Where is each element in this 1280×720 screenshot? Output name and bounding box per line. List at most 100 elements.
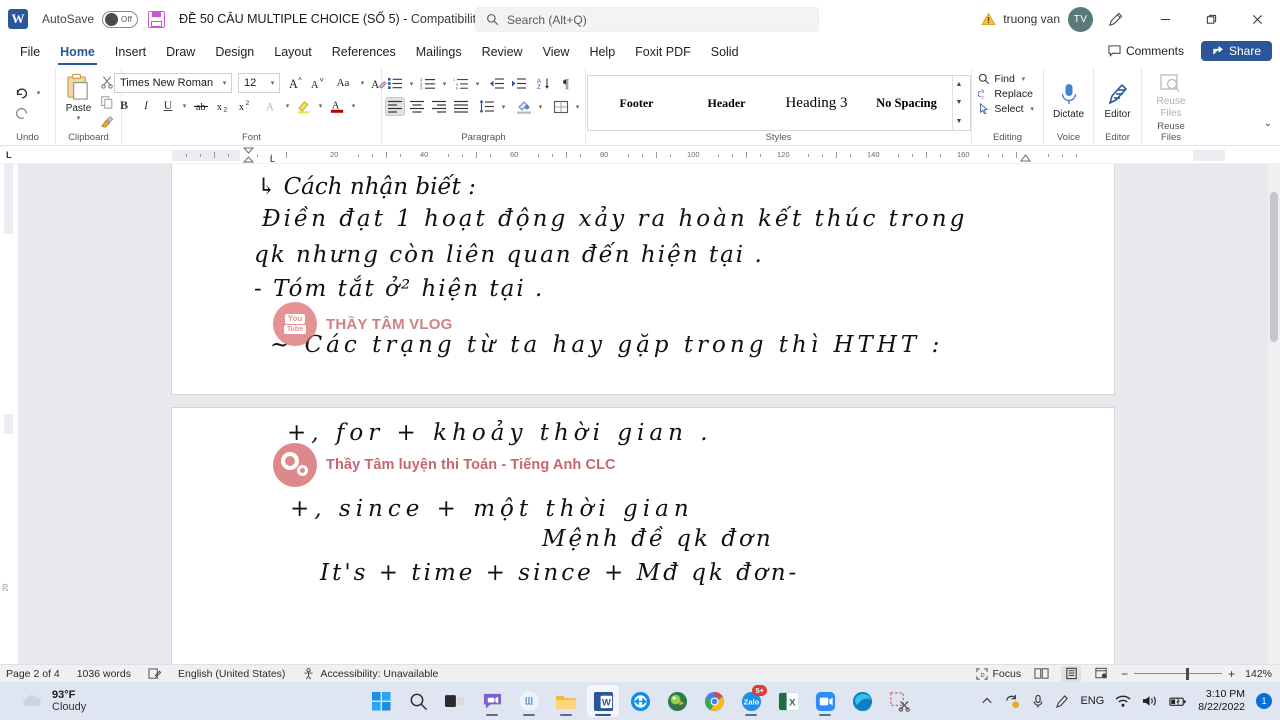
language-indicator[interactable]: English (United States): [178, 668, 285, 680]
first-line-indent-marker[interactable]: [243, 147, 254, 163]
font-name-input[interactable]: Times New Roman ▾: [114, 73, 232, 93]
tab-foxit-pdf[interactable]: Foxit PDF: [625, 39, 701, 65]
borders-dropdown-icon[interactable]: ▾: [573, 103, 582, 111]
tab-stop-selector-icon[interactable]: L: [6, 150, 12, 160]
page-indicator[interactable]: Page 2 of 4: [6, 668, 60, 680]
snip-icon[interactable]: [883, 685, 915, 717]
unikey-icon[interactable]: Ɯ: [513, 685, 545, 717]
vertical-scrollbar[interactable]: [1268, 164, 1280, 664]
save-icon[interactable]: [148, 10, 166, 28]
share-button[interactable]: Share: [1200, 41, 1272, 61]
select-button[interactable]: Select ▾: [975, 102, 1039, 116]
tab-review[interactable]: Review: [472, 39, 533, 65]
zalo-icon[interactable]: Zalo 5+: [735, 685, 767, 717]
highlight-color-icon[interactable]: [294, 96, 314, 115]
tab-view[interactable]: View: [533, 39, 580, 65]
replace-button[interactable]: bc Replace: [975, 87, 1039, 101]
start-button[interactable]: [365, 685, 397, 717]
underline-dropdown-icon[interactable]: ▾: [180, 102, 189, 110]
zoom-level[interactable]: 142%: [1245, 668, 1272, 680]
reuse-files-button[interactable]: Reuse Files: [1152, 71, 1191, 121]
zoom-in-button[interactable]: +: [1228, 667, 1235, 681]
language-tray[interactable]: ENG: [1080, 695, 1104, 707]
align-left-icon[interactable]: [385, 97, 405, 116]
task-view-icon[interactable]: [439, 685, 471, 717]
styles-more-icon[interactable]: ▼: [956, 118, 963, 125]
strikethrough-icon[interactable]: ab: [191, 96, 211, 115]
tab-stop-marker[interactable]: L: [270, 155, 275, 164]
scrollbar-thumb[interactable]: [1270, 192, 1278, 342]
bullets-icon[interactable]: [385, 74, 405, 93]
tab-help[interactable]: Help: [579, 39, 625, 65]
font-color-dropdown-icon[interactable]: ▾: [349, 102, 358, 110]
web-layout-button[interactable]: [1091, 666, 1111, 682]
microphone-tray-icon[interactable]: [1032, 694, 1044, 709]
close-button[interactable]: [1234, 0, 1280, 38]
avatar[interactable]: TV: [1068, 6, 1093, 32]
focus-button[interactable]: D Focus: [975, 668, 1021, 680]
shrink-font-icon[interactable]: A ˅: [308, 74, 328, 93]
pilcrow-icon[interactable]: ¶: [556, 74, 576, 93]
paste-button[interactable]: Paste ▾: [60, 71, 97, 124]
font-color-icon[interactable]: A: [327, 96, 347, 115]
zoom-slider[interactable]: − +: [1121, 667, 1235, 681]
font-size-input[interactable]: 12 ▾: [238, 73, 280, 93]
teamviewer-icon[interactable]: [624, 685, 656, 717]
tab-file[interactable]: File: [10, 39, 50, 65]
find-dropdown-icon[interactable]: ▾: [1019, 75, 1028, 83]
word-taskbar-icon[interactable]: W: [587, 685, 619, 717]
autosave-toggle[interactable]: Off: [102, 10, 139, 28]
chat-icon[interactable]: [476, 685, 508, 717]
parrot-icon[interactable]: [661, 685, 693, 717]
increase-indent-icon[interactable]: [509, 74, 529, 93]
styles-scroll-up-icon[interactable]: ▲: [956, 81, 963, 88]
font-name-dropdown-icon[interactable]: ▾: [220, 79, 229, 87]
multilevel-dropdown-icon[interactable]: ▾: [473, 80, 482, 88]
tab-home[interactable]: Home: [50, 39, 105, 65]
document-page-1[interactable]: ↳ Cách nhận biết : Điền đạt 1 hoạt động …: [172, 164, 1114, 394]
styles-scroll-down-icon[interactable]: ▼: [956, 99, 963, 106]
warning-triangle-icon[interactable]: [981, 12, 996, 26]
sort-az-icon[interactable]: AZ: [534, 74, 554, 93]
select-dropdown-icon[interactable]: ▾: [1028, 105, 1037, 113]
superscript-icon[interactable]: x2: [235, 96, 255, 115]
zoom-knob[interactable]: [1186, 667, 1190, 680]
notification-badge[interactable]: 1: [1256, 693, 1272, 709]
document-pages[interactable]: ↳ Cách nhận biết : Điền đạt 1 hoạt động …: [18, 164, 1280, 664]
account-name[interactable]: truong van: [1003, 12, 1060, 26]
accessibility-indicator[interactable]: Accessibility: Unavailable: [302, 668, 438, 680]
word-count[interactable]: 1036 words: [77, 668, 131, 680]
highlight-dropdown-icon[interactable]: ▾: [316, 102, 325, 110]
text-effects-icon[interactable]: A: [261, 96, 281, 115]
style-header[interactable]: Header: [682, 78, 772, 128]
line-spacing-dropdown-icon[interactable]: ▾: [499, 103, 508, 111]
pen-tray-icon[interactable]: [1055, 694, 1069, 709]
numbering-dropdown-icon[interactable]: ▾: [440, 80, 449, 88]
line-spacing-icon[interactable]: [477, 97, 497, 116]
style-heading-3[interactable]: Heading 3: [772, 78, 862, 128]
horizontal-ruler[interactable]: L 20 40 60 80 100 120 140 160 L: [0, 146, 1280, 164]
battery-icon[interactable]: [1169, 695, 1187, 708]
vertical-ruler[interactable]: 20: [0, 164, 18, 664]
edge-icon[interactable]: [846, 685, 878, 717]
zoom-out-button[interactable]: −: [1121, 667, 1128, 681]
paste-dropdown-icon[interactable]: ▾: [74, 114, 83, 122]
style-no-spacing[interactable]: No Spacing: [862, 78, 952, 128]
comments-button[interactable]: Comments: [1099, 41, 1193, 61]
excel-icon[interactable]: X: [772, 685, 804, 717]
proofing-icon[interactable]: [148, 667, 162, 680]
bullets-dropdown-icon[interactable]: ▾: [407, 80, 416, 88]
tab-references[interactable]: References: [322, 39, 406, 65]
align-right-icon[interactable]: [429, 97, 449, 116]
style-footer[interactable]: Footer: [592, 78, 682, 128]
print-layout-button[interactable]: [1061, 665, 1082, 682]
tab-solid[interactable]: Solid: [701, 39, 749, 65]
justify-icon[interactable]: [451, 97, 471, 116]
underline-button[interactable]: U: [158, 96, 178, 115]
clock[interactable]: 3:10 PM 8/22/2022: [1198, 688, 1245, 714]
chrome-icon[interactable]: [698, 685, 730, 717]
align-center-icon[interactable]: [407, 97, 427, 116]
multilevel-list-icon[interactable]: 1ab: [451, 74, 471, 93]
search-input[interactable]: Search (Alt+Q): [475, 7, 819, 32]
tab-layout[interactable]: Layout: [264, 39, 322, 65]
